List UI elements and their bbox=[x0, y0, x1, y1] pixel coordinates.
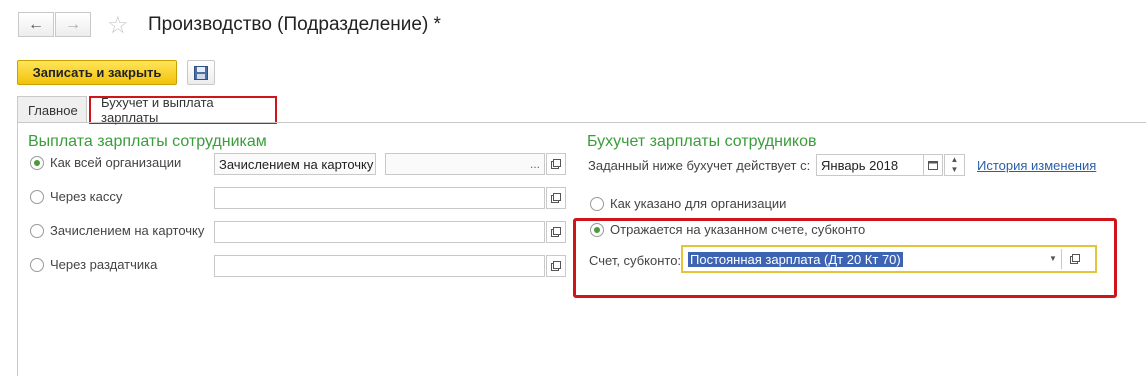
field-divider bbox=[1061, 249, 1062, 269]
effective-from-label: Заданный ниже бухучет действует с: bbox=[588, 158, 811, 173]
org-payment-method-field: Зачислением на карточку bbox=[214, 153, 376, 175]
radio-as-organization-label: Как всей организации bbox=[50, 155, 182, 170]
chevron-down-icon[interactable]: ▼ bbox=[945, 165, 964, 175]
account-value: Постоянная зарплата (Дт 20 Кт 70) bbox=[688, 252, 903, 267]
calendar-button[interactable] bbox=[923, 154, 943, 176]
tab-accounting-payroll[interactable]: Бухучет и выплата зарплаты bbox=[89, 95, 277, 125]
open-window-icon[interactable] bbox=[1070, 252, 1080, 267]
payroll-payment-title: Выплата зарплаты сотрудникам bbox=[28, 133, 267, 150]
radio-as-specified-org-label: Как указано для организации bbox=[610, 196, 787, 211]
radio-as-organization[interactable] bbox=[30, 156, 44, 170]
tab-main[interactable]: Главное bbox=[17, 96, 87, 123]
star-icon[interactable]: ☆ bbox=[107, 11, 129, 40]
open-button[interactable] bbox=[546, 255, 566, 277]
radio-card[interactable] bbox=[30, 224, 44, 238]
radio-specified-account-label: Отражается на указанном счете, субконто bbox=[610, 222, 866, 237]
radio-as-specified-org[interactable] bbox=[590, 197, 604, 211]
floppy-disk-icon bbox=[194, 65, 208, 80]
open-window-icon bbox=[551, 159, 561, 169]
tab-panel-border bbox=[17, 122, 1146, 123]
radio-distributor[interactable] bbox=[30, 258, 44, 272]
open-window-icon bbox=[551, 261, 561, 271]
open-button[interactable] bbox=[546, 187, 566, 209]
period-spinner[interactable]: ▲ ▼ bbox=[944, 154, 965, 176]
open-button[interactable] bbox=[546, 221, 566, 243]
save-button[interactable] bbox=[187, 60, 215, 85]
open-window-icon bbox=[551, 227, 561, 237]
back-button[interactable]: ← bbox=[18, 12, 54, 37]
radio-card-label: Зачислением на карточку bbox=[50, 223, 205, 238]
calendar-icon bbox=[928, 161, 938, 170]
arrow-left-icon: ← bbox=[28, 15, 44, 33]
account-label: Счет, субконто: bbox=[589, 253, 682, 268]
arrow-right-icon: → bbox=[65, 15, 81, 33]
account-field[interactable]: Постоянная зарплата (Дт 20 Кт 70) ▼ bbox=[681, 245, 1097, 273]
distributor-field[interactable] bbox=[214, 255, 545, 277]
chevron-up-icon[interactable]: ▲ bbox=[945, 155, 964, 165]
radio-specified-account[interactable] bbox=[590, 223, 604, 237]
chevron-down-icon[interactable]: ▼ bbox=[1049, 254, 1057, 263]
card-field[interactable] bbox=[214, 221, 545, 243]
payroll-accounting-title: Бухучет зарплаты сотрудников bbox=[587, 133, 817, 150]
tab-panel-left-border bbox=[17, 122, 18, 376]
forward-button[interactable]: → bbox=[55, 12, 91, 37]
select-dots-icon[interactable]: ... bbox=[525, 154, 545, 174]
radio-cash-label: Через кассу bbox=[50, 189, 123, 204]
org-payment-detail-field bbox=[385, 153, 545, 175]
open-window-icon bbox=[551, 193, 561, 203]
history-link[interactable]: История изменения bbox=[977, 158, 1096, 173]
page-title: Производство (Подразделение) * bbox=[148, 14, 441, 35]
open-button[interactable] bbox=[546, 153, 566, 175]
save-and-close-button[interactable]: Записать и закрыть bbox=[17, 60, 177, 85]
effective-from-field[interactable]: Январь 2018 bbox=[816, 154, 924, 176]
radio-cash[interactable] bbox=[30, 190, 44, 204]
radio-distributor-label: Через раздатчика bbox=[50, 257, 158, 272]
cash-field[interactable] bbox=[214, 187, 545, 209]
